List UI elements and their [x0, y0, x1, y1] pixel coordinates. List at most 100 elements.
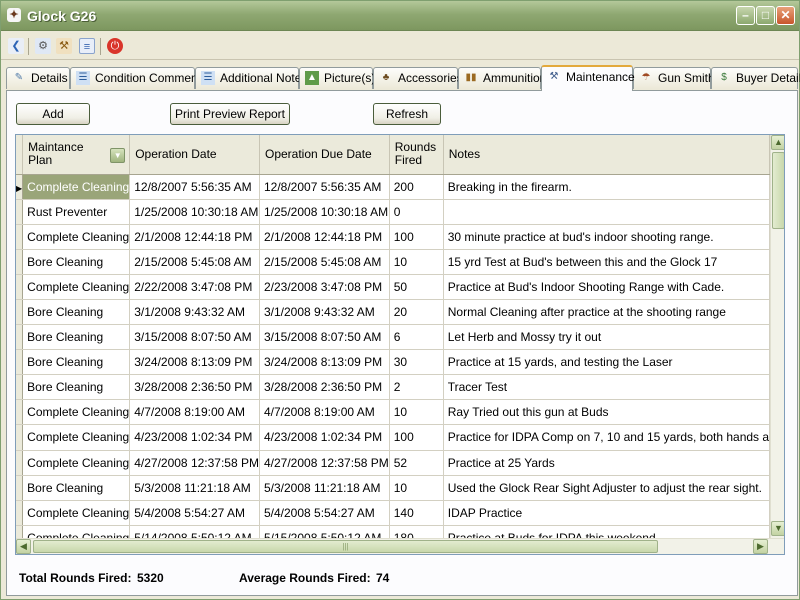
cell-opdate[interactable]: 4/27/2008 12:37:58 PM [129, 450, 260, 476]
cell-notes[interactable]: Breaking in the firearm. [443, 174, 770, 200]
table-row[interactable]: Bore Cleaning 3/15/2008 8:07:50 AM 3/15/20… [16, 324, 770, 351]
cell-plan[interactable]: Complete Cleaning [22, 174, 131, 200]
row-header[interactable] [16, 324, 24, 351]
cell-rounds[interactable]: 10 [389, 475, 444, 501]
cell-rounds[interactable]: 180 [389, 525, 444, 538]
row-header[interactable] [16, 299, 24, 326]
cell-plan[interactable]: Complete Cleaning [22, 224, 131, 250]
row-header[interactable] [16, 374, 24, 401]
cell-plan[interactable]: Rust Preventer [22, 199, 131, 225]
row-header[interactable] [16, 249, 24, 275]
cell-duedate[interactable]: 3/1/2008 9:43:32 AM [259, 299, 390, 326]
row-header[interactable]: ▶ [16, 174, 24, 200]
table-row[interactable]: Bore Cleaning 3/24/2008 8:13:09 PM 3/24/20… [16, 349, 770, 376]
maintenance-grid[interactable]: Maintance Plan ▼ Operation Date Operatio… [15, 134, 785, 555]
table-row[interactable]: Complete Cleaning 4/27/2008 12:37:58 PM 4/… [16, 450, 770, 476]
cell-opdate[interactable]: 3/1/2008 9:43:32 AM [129, 299, 260, 326]
cell-opdate[interactable]: 3/15/2008 8:07:50 AM [129, 324, 260, 351]
cell-plan[interactable]: Bore Cleaning [22, 324, 131, 351]
cell-rounds[interactable]: 0 [389, 199, 444, 225]
cell-duedate[interactable]: 4/7/2008 8:19:00 AM [259, 399, 390, 426]
row-header[interactable] [16, 349, 24, 376]
tab-pictures[interactable]: ▲ Picture(s) [299, 67, 375, 89]
cell-plan[interactable]: Complete Cleaning [22, 450, 131, 476]
row-header[interactable] [16, 525, 24, 538]
filter-dropdown-icon[interactable]: ▼ [110, 148, 126, 163]
cell-plan[interactable]: Bore Cleaning [22, 374, 131, 401]
cell-opdate[interactable]: 5/14/2008 5:50:12 AM [129, 525, 260, 538]
cell-duedate[interactable]: 2/1/2008 12:44:18 PM [259, 224, 390, 250]
column-header-operation-due-date[interactable]: Operation Due Date [259, 135, 390, 175]
cell-rounds[interactable]: 140 [389, 500, 444, 526]
cell-opdate[interactable]: 4/7/2008 8:19:00 AM [129, 399, 260, 426]
cell-plan[interactable]: Complete Cleaning [22, 274, 131, 300]
row-header[interactable] [16, 500, 24, 526]
cell-rounds[interactable]: 30 [389, 349, 444, 376]
cell-opdate[interactable]: 3/28/2008 2:36:50 PM [129, 374, 260, 401]
cell-opdate[interactable]: 2/15/2008 5:45:08 AM [129, 249, 260, 275]
table-row[interactable]: Complete Cleaning 2/22/2008 3:47:08 PM 2/2… [16, 274, 770, 300]
scroll-left-icon[interactable]: ◀ [16, 539, 31, 554]
cell-opdate[interactable]: 12/8/2007 5:56:35 AM [129, 174, 260, 200]
cell-notes[interactable]: IDAP Practice [443, 500, 770, 526]
table-row[interactable]: Complete Cleaning 2/1/2008 12:44:18 PM 2/1… [16, 224, 770, 250]
cell-notes[interactable]: Practice for IDPA Comp on 7, 10 and 15 y… [443, 424, 770, 451]
cell-rounds[interactable]: 100 [389, 224, 444, 250]
table-row[interactable]: Bore Cleaning 3/28/2008 2:36:50 PM 3/28/20… [16, 374, 770, 401]
cell-duedate[interactable]: 3/24/2008 8:13:09 PM [259, 349, 390, 376]
power-icon[interactable]: ⏻ [107, 38, 123, 54]
cell-notes[interactable]: Practice at 25 Yards [443, 450, 770, 476]
vertical-scroll-thumb[interactable] [772, 152, 784, 229]
horizontal-scroll-thumb[interactable]: ||| [33, 540, 658, 553]
table-row[interactable]: Bore Cleaning 2/15/2008 5:45:08 AM 2/15/20… [16, 249, 770, 275]
add-button[interactable]: Add [16, 103, 90, 125]
tab-additional-notes[interactable]: ☰ Additional Notes [195, 67, 307, 89]
row-header[interactable] [16, 274, 24, 300]
cell-notes[interactable]: Normal Cleaning after practice at the sh… [443, 299, 770, 326]
cell-notes[interactable]: Practice at 15 yards, and testing the La… [443, 349, 770, 376]
row-header[interactable] [16, 199, 24, 225]
cell-plan[interactable]: Complete Cleaning [22, 500, 131, 526]
cell-duedate[interactable]: 5/4/2008 5:54:27 AM [259, 500, 390, 526]
cell-plan[interactable]: Complete Cleaning [22, 424, 131, 451]
scroll-down-icon[interactable]: ▼ [771, 521, 784, 536]
cell-plan[interactable]: Bore Cleaning [22, 299, 131, 326]
cell-notes[interactable]: Let Herb and Mossy try it out [443, 324, 770, 351]
cell-opdate[interactable]: 3/24/2008 8:13:09 PM [129, 349, 260, 376]
column-header-maintenance-plan[interactable]: Maintance Plan ▼ [22, 135, 131, 175]
tab-gun-smith[interactable]: ☂ Gun Smith [633, 67, 715, 89]
cell-rounds[interactable]: 20 [389, 299, 444, 326]
cell-rounds[interactable]: 100 [389, 424, 444, 451]
cell-opdate[interactable]: 4/23/2008 1:02:34 PM [129, 424, 260, 451]
scroll-right-icon[interactable]: ▶ [753, 539, 768, 554]
table-row[interactable]: Complete Cleaning 5/4/2008 5:54:27 AM 5/4/… [16, 500, 770, 526]
column-header-operation-date[interactable]: Operation Date [129, 135, 260, 175]
tab-buyer-details[interactable]: $ Buyer Details [711, 67, 800, 89]
cell-notes[interactable]: 30 minute practice at bud's indoor shoot… [443, 224, 770, 250]
cell-rounds[interactable]: 10 [389, 399, 444, 426]
cell-duedate[interactable]: 2/15/2008 5:45:08 AM [259, 249, 390, 275]
tab-ammunition[interactable]: ▮▮ Ammunition [458, 67, 546, 89]
back-icon[interactable]: ❮ [8, 38, 24, 54]
document-icon[interactable]: ≡ [79, 38, 95, 54]
cell-plan[interactable]: Bore Cleaning [22, 249, 131, 275]
cell-plan[interactable]: Bore Cleaning [22, 349, 131, 376]
cell-duedate[interactable]: 2/23/2008 3:47:08 PM [259, 274, 390, 300]
cell-notes[interactable]: Practice at Bud's Indoor Shooting Range … [443, 274, 770, 300]
column-header-notes[interactable]: Notes [443, 135, 770, 175]
table-row[interactable]: Bore Cleaning 5/3/2008 11:21:18 AM 5/3/200… [16, 475, 770, 501]
table-row[interactable]: Complete Cleaning 4/7/2008 8:19:00 AM 4/7/… [16, 399, 770, 426]
settings-icon[interactable]: ⚙ [35, 38, 51, 54]
row-header[interactable] [16, 224, 24, 250]
cell-opdate[interactable]: 1/25/2008 10:30:18 AM [129, 199, 260, 225]
cell-notes[interactable]: Used the Glock Rear Sight Adjuster to ad… [443, 475, 770, 501]
minimize-button[interactable]: – [736, 6, 755, 25]
cell-rounds[interactable]: 200 [389, 174, 444, 200]
table-row[interactable]: Complete Cleaning 5/14/2008 5:50:12 AM 5/1… [16, 525, 770, 538]
column-header-rounds-fired[interactable]: Rounds Fired [389, 135, 444, 175]
cell-plan[interactable]: Complete Cleaning [22, 399, 131, 426]
print-preview-button[interactable]: Print Preview Report [170, 103, 290, 125]
cell-opdate[interactable]: 5/4/2008 5:54:27 AM [129, 500, 260, 526]
cell-opdate[interactable]: 2/22/2008 3:47:08 PM [129, 274, 260, 300]
row-header[interactable] [16, 399, 24, 426]
